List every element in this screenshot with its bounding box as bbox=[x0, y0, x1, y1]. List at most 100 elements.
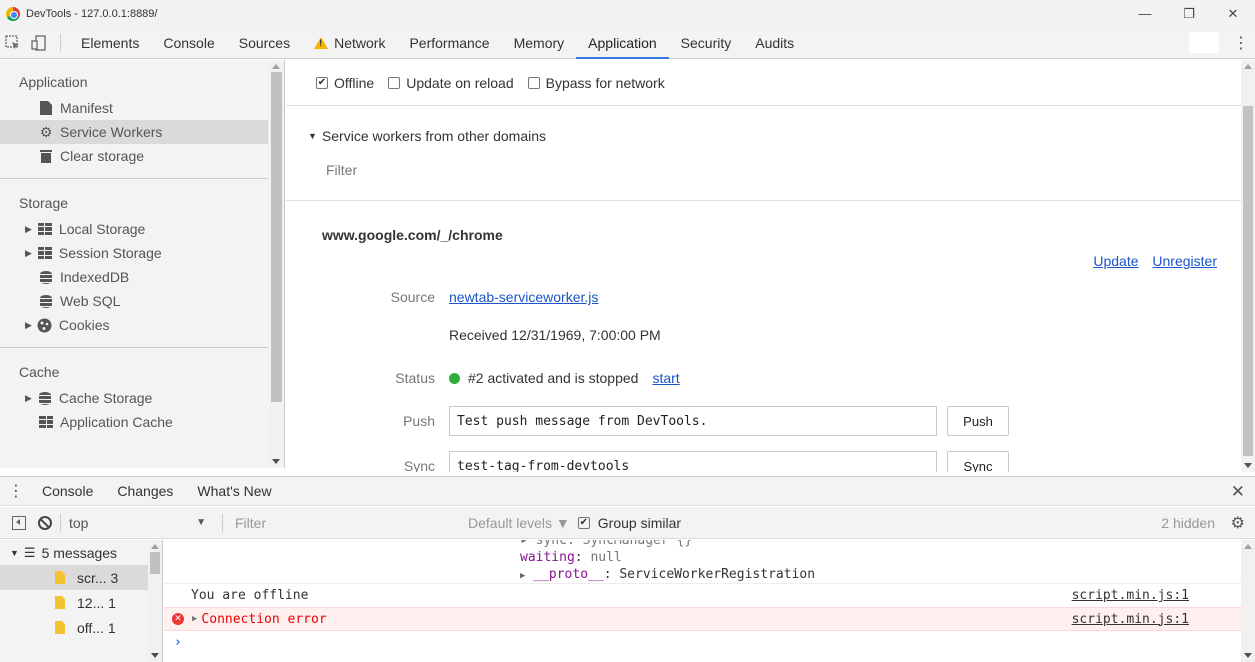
scroll-down-icon[interactable] bbox=[151, 653, 159, 658]
push-label: Push bbox=[403, 413, 435, 429]
sidebar-item-cookies[interactable]: ▶ Cookies bbox=[0, 313, 268, 337]
sidebar-item-indexeddb[interactable]: IndexedDB bbox=[0, 265, 268, 289]
expand-arrow-icon[interactable]: ▶ bbox=[25, 217, 32, 241]
sidebar-item-clear-storage[interactable]: Clear storage bbox=[0, 144, 268, 168]
update-on-reload-checkbox[interactable]: Update on reload bbox=[388, 75, 514, 91]
file-name: 12... bbox=[77, 594, 105, 611]
object-property-proto[interactable]: ▶ __proto__: ServiceWorkerRegistration bbox=[164, 566, 1255, 583]
list-item[interactable]: off... 1 bbox=[0, 615, 162, 640]
sidebar-item-label: Clear storage bbox=[60, 148, 145, 164]
content-scrollbar[interactable] bbox=[1241, 60, 1255, 472]
prompt-chevron-icon: › bbox=[174, 634, 182, 650]
list-item[interactable]: scr... 3 bbox=[0, 565, 148, 590]
console-sidebar-toggle-icon[interactable] bbox=[12, 515, 26, 530]
messages-group[interactable]: ▼ ☰ 5 messages bbox=[0, 540, 162, 565]
update-link[interactable]: Update bbox=[1093, 253, 1138, 269]
minimize-button[interactable]: — bbox=[1123, 0, 1167, 27]
push-message-input[interactable]: Test push message from DevTools. bbox=[449, 406, 937, 436]
restore-button[interactable]: ❐ bbox=[1167, 0, 1211, 27]
source-label: Source bbox=[390, 289, 435, 305]
service-workers-panel: ✔ Offline Update on reload Bypass for net… bbox=[286, 60, 1255, 472]
source-file-link[interactable]: newtab-serviceworker.js bbox=[449, 289, 598, 305]
sidebar-item-cache-storage[interactable]: ▶ Cache Storage bbox=[0, 386, 268, 410]
push-button[interactable]: Push bbox=[947, 406, 1009, 436]
start-link[interactable]: start bbox=[652, 370, 679, 386]
sidebar-item-session-storage[interactable]: ▶ Session Storage bbox=[0, 241, 268, 265]
window-title-bar: DevTools - 127.0.0.1:8889/ — ❐ ✕ bbox=[0, 0, 1255, 27]
scroll-up-icon[interactable] bbox=[1244, 544, 1252, 549]
scroll-down-icon[interactable] bbox=[1244, 653, 1252, 658]
tab-security[interactable]: Security bbox=[669, 27, 744, 58]
message-source-link[interactable]: script.min.js:1 bbox=[1072, 588, 1189, 603]
scrollbar-thumb[interactable] bbox=[271, 72, 282, 402]
other-domains-label: Service workers from other domains bbox=[321, 128, 546, 144]
file-icon bbox=[55, 596, 65, 609]
scroll-up-icon[interactable] bbox=[1244, 64, 1252, 69]
list-item[interactable]: 12... 1 bbox=[0, 590, 162, 615]
scroll-up-icon[interactable] bbox=[272, 64, 280, 69]
sidebar-item-manifest[interactable]: Manifest bbox=[0, 96, 268, 120]
scroll-down-icon[interactable] bbox=[272, 459, 280, 464]
tab-console[interactable]: Console bbox=[151, 27, 226, 58]
scrollbar-thumb[interactable] bbox=[1243, 106, 1253, 456]
tab-sources[interactable]: Sources bbox=[227, 27, 302, 58]
console-settings-gear-icon[interactable]: ⚙ bbox=[1231, 513, 1245, 533]
tab-performance[interactable]: Performance bbox=[397, 27, 501, 58]
filter-input[interactable]: Filter bbox=[326, 162, 1241, 178]
scroll-up-icon[interactable] bbox=[151, 544, 159, 549]
tab-network[interactable]: Network bbox=[302, 27, 397, 58]
tab-audits[interactable]: Audits bbox=[743, 27, 806, 58]
worker-origin: www.google.com/_/chrome bbox=[322, 227, 503, 243]
tab-memory[interactable]: Memory bbox=[502, 27, 577, 58]
scroll-down-icon[interactable] bbox=[1244, 463, 1252, 468]
source-row: Source newtab-serviceworker.js bbox=[286, 289, 599, 305]
console-scrollbar[interactable] bbox=[1241, 540, 1255, 662]
checkbox-unchecked-icon bbox=[527, 76, 540, 89]
console-sidebar: ▼ ☰ 5 messages scr... 3 12... 1 off... 1 bbox=[0, 540, 163, 662]
cookie-icon bbox=[37, 317, 53, 333]
close-drawer-icon[interactable]: ✕ bbox=[1231, 482, 1245, 502]
hidden-messages-count: 2 hidden bbox=[1161, 514, 1215, 531]
tab-application[interactable]: Application bbox=[576, 27, 669, 59]
clear-console-icon[interactable] bbox=[38, 515, 52, 530]
drawer-menu-icon[interactable]: ⋮ bbox=[2, 481, 30, 501]
log-levels-dropdown[interactable]: Default levels ▼ bbox=[468, 515, 570, 531]
tab-elements[interactable]: Elements bbox=[69, 27, 151, 58]
expand-arrow-icon[interactable]: ▶ bbox=[25, 313, 32, 337]
sync-button[interactable]: Sync bbox=[947, 451, 1009, 472]
table-icon bbox=[38, 414, 54, 430]
unregister-link[interactable]: Unregister bbox=[1152, 253, 1217, 269]
inspect-element-icon[interactable] bbox=[0, 27, 26, 58]
context-selector[interactable]: top ▼ bbox=[69, 515, 214, 531]
customize-menu-icon[interactable]: ⋮ bbox=[1227, 27, 1255, 58]
sync-tag-input[interactable]: test-tag-from-devtools bbox=[449, 451, 937, 472]
sidebar-item-application-cache[interactable]: Application Cache bbox=[0, 410, 268, 434]
object-property-line: ▸ sync: SyncManager {} bbox=[164, 540, 1255, 549]
sidebar-item-web-sql[interactable]: Web SQL bbox=[0, 289, 268, 313]
expand-arrow-icon[interactable]: ▶ bbox=[192, 614, 197, 624]
expanded-arrow-icon: ▼ bbox=[308, 131, 317, 141]
expand-arrow-icon[interactable]: ▶ bbox=[25, 386, 32, 410]
close-window-button[interactable]: ✕ bbox=[1211, 0, 1255, 27]
sidebar-item-service-workers[interactable]: ⚙ Service Workers bbox=[0, 120, 268, 144]
device-toolbar-icon[interactable] bbox=[26, 27, 52, 58]
expand-arrow-icon[interactable]: ▶ bbox=[25, 241, 32, 265]
bypass-for-network-checkbox[interactable]: Bypass for network bbox=[527, 75, 665, 91]
section-title-storage: Storage bbox=[19, 195, 69, 211]
console-filter-input[interactable]: Filter bbox=[235, 515, 460, 531]
drawer-tab-changes[interactable]: Changes bbox=[105, 476, 185, 506]
sidebar-item-label: Application Cache bbox=[60, 414, 173, 430]
window-title: DevTools - 127.0.0.1:8889/ bbox=[26, 7, 158, 20]
console-prompt[interactable]: › bbox=[164, 631, 1255, 653]
group-similar-checkbox[interactable]: ✔ Group similar bbox=[577, 515, 681, 531]
other-domains-toggle[interactable]: ▼ Service workers from other domains bbox=[308, 128, 1241, 144]
scrollbar-thumb[interactable] bbox=[150, 552, 160, 574]
drawer-tab-console[interactable]: Console bbox=[30, 476, 105, 506]
sidebar-item-local-storage[interactable]: ▶ Local Storage bbox=[0, 217, 268, 241]
message-source-link[interactable]: script.min.js:1 bbox=[1072, 612, 1189, 627]
sidebar-scrollbar[interactable] bbox=[269, 60, 284, 468]
toolbar-blank-area bbox=[1189, 32, 1219, 53]
offline-checkbox[interactable]: ✔ Offline bbox=[316, 75, 374, 91]
console-sidebar-scrollbar[interactable] bbox=[148, 540, 162, 662]
drawer-tab-whats-new[interactable]: What's New bbox=[185, 476, 283, 506]
